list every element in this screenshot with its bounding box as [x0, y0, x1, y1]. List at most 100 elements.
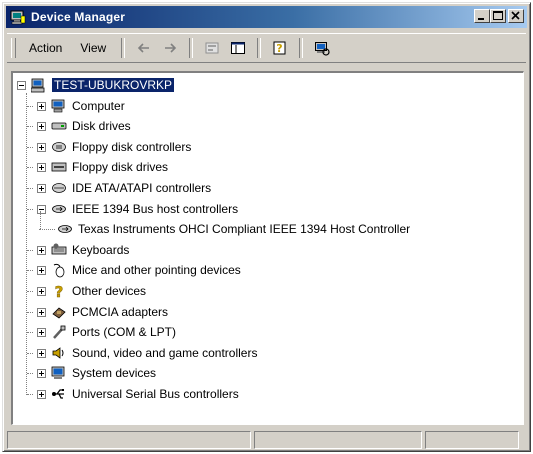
expand-toggle[interactable] — [37, 286, 46, 296]
device-manager-app-icon[interactable] — [10, 9, 26, 25]
maximize-icon — [493, 11, 503, 20]
scan-hardware-button[interactable] — [311, 37, 333, 59]
svg-text:?: ? — [276, 42, 282, 55]
menu-toolbar: Action View ? — [7, 33, 526, 63]
tree-item-device[interactable]: Texas Instruments OHCI Compliant IEEE 13… — [39, 219, 411, 239]
expand-toggle[interactable] — [37, 265, 46, 275]
expand-toggle[interactable] — [37, 101, 46, 111]
tree-item-category[interactable]: Mice and other pointing devices — [27, 260, 241, 280]
device-label: Texas Instruments OHCI Compliant IEEE 13… — [78, 222, 411, 236]
tree-item-label: Floppy disk controllers — [72, 140, 192, 154]
tree-item-category[interactable]: Computer — [27, 96, 125, 116]
tree-item-label: Ports (COM & LPT) — [72, 325, 177, 339]
status-bar — [7, 431, 526, 449]
toolbar-separator — [121, 38, 126, 58]
tree-item-label: IDE ATA/ATAPI controllers — [72, 181, 212, 195]
expand-toggle[interactable] — [37, 183, 46, 193]
console-tree-button[interactable] — [227, 37, 249, 59]
tree-item-label: System devices — [72, 366, 157, 380]
tree-item-category[interactable]: IDE ATA/ATAPI controllers — [27, 178, 212, 198]
back-button[interactable] — [133, 37, 155, 59]
tree-item-category[interactable]: Floppy disk controllers — [27, 137, 192, 157]
expand-toggle[interactable] — [37, 142, 46, 152]
menu-view-label: View — [80, 41, 107, 55]
tree-connector — [27, 312, 33, 314]
tree-item-category[interactable]: PCMCIA adapters — [27, 302, 169, 322]
menu-action-label: Action — [29, 41, 63, 55]
tree-item-label: Universal Serial Bus controllers — [72, 387, 239, 401]
tree-item-category[interactable]: ? Other devices — [27, 281, 147, 301]
tree-connector — [27, 332, 33, 334]
back-arrow-icon — [138, 43, 150, 53]
toolbar-separator — [257, 38, 262, 58]
tree-root[interactable]: TEST-UBUKROVRKP — [17, 75, 175, 95]
window-title: Device Manager — [31, 10, 126, 24]
ieee1394-icon — [52, 205, 66, 213]
scan-hardware-icon — [315, 42, 330, 56]
tree-item-category[interactable]: Floppy disk drives — [27, 157, 168, 177]
menu-view[interactable]: View — [71, 41, 115, 55]
expand-toggle[interactable] — [37, 162, 46, 172]
tree-connector — [39, 229, 55, 231]
tree-item-category[interactable]: Keyboards — [27, 240, 129, 260]
device-manager-window: Device Manager Action View ? TEST-UBUKRO… — [2, 2, 531, 452]
minimize-button[interactable] — [474, 9, 490, 23]
console-tree-icon — [231, 42, 246, 54]
tree-item-category[interactable]: System devices — [27, 363, 157, 383]
expand-toggle[interactable] — [37, 327, 46, 337]
help-button[interactable]: ? — [269, 37, 291, 59]
mouse-icon — [53, 263, 65, 278]
tree-item-label: Sound, video and game controllers — [72, 346, 258, 360]
device-tree[interactable]: TEST-UBUKROVRKP Computer Disk drives Flopp… — [11, 71, 524, 425]
tree-connector — [27, 126, 33, 128]
sound-icon — [52, 347, 64, 359]
toolbar-separator — [189, 38, 194, 58]
tree-item-category[interactable]: Universal Serial Bus controllers — [27, 384, 239, 404]
expand-toggle[interactable] — [37, 348, 46, 358]
floppy-drive-icon — [51, 162, 67, 172]
tree-item-category[interactable]: Sound, video and game controllers — [27, 343, 258, 363]
toolbar-separator — [299, 38, 304, 58]
title-bar[interactable]: Device Manager — [6, 6, 527, 28]
question-mark-icon: ? — [54, 283, 64, 299]
tree-item-label: PCMCIA adapters — [72, 305, 169, 319]
tree-connector — [27, 373, 33, 375]
window-controls — [474, 9, 524, 23]
forward-arrow-icon — [165, 43, 177, 53]
properties-icon — [205, 42, 219, 54]
computer-root-icon — [31, 78, 45, 93]
expand-toggle[interactable] — [37, 389, 46, 399]
svg-text:?: ? — [55, 283, 64, 299]
tree-item-category[interactable]: IEEE 1394 Bus host controllers — [27, 199, 239, 219]
tree-item-label: Mice and other pointing devices — [72, 263, 241, 277]
tree-item-label: Computer — [72, 99, 125, 113]
tree-connector — [27, 147, 33, 149]
tree-item-category[interactable]: Ports (COM & LPT) — [27, 322, 177, 342]
properties-button[interactable] — [201, 37, 223, 59]
close-button[interactable] — [508, 9, 524, 23]
tree-connector — [27, 167, 33, 169]
expand-toggle[interactable] — [37, 307, 46, 317]
tree-connector — [27, 353, 33, 355]
expand-toggle[interactable] — [37, 368, 46, 378]
toolbar-grip[interactable] — [11, 38, 16, 58]
ieee1394-device-icon — [58, 225, 72, 233]
usb-icon — [52, 389, 64, 399]
tree-connector — [40, 211, 42, 229]
tree-item-label: IEEE 1394 Bus host controllers — [72, 202, 239, 216]
tree-connector — [26, 93, 28, 395]
ide-controller-icon — [52, 183, 66, 193]
collapse-toggle[interactable] — [17, 80, 26, 90]
maximize-button[interactable] — [490, 9, 506, 23]
computer-icon — [51, 99, 65, 113]
tree-root-label: TEST-UBUKROVRKP — [52, 78, 175, 92]
floppy-controller-icon — [52, 142, 66, 152]
menu-action[interactable]: Action — [20, 41, 71, 55]
tree-item-label: Other devices — [72, 284, 147, 298]
expand-toggle[interactable] — [37, 245, 46, 255]
tree-connector — [27, 270, 33, 272]
tree-item-category[interactable]: Disk drives — [27, 116, 131, 136]
expand-toggle[interactable] — [37, 121, 46, 131]
forward-button[interactable] — [159, 37, 181, 59]
tree-connector — [27, 209, 33, 211]
